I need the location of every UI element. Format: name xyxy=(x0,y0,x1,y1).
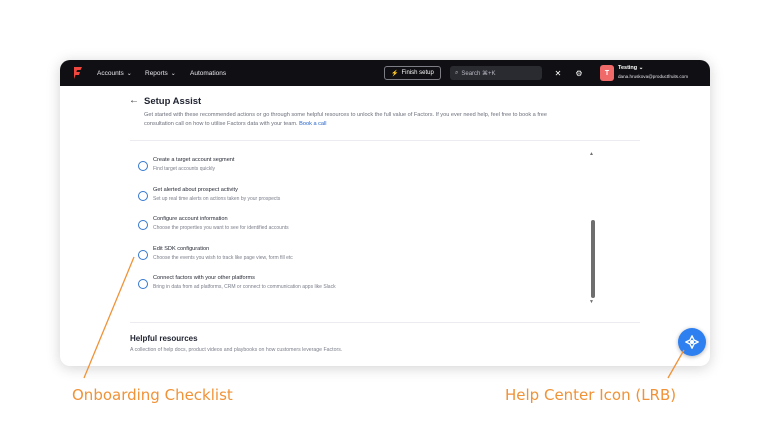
annotation-lines xyxy=(83,256,685,379)
help-center-annotation-line xyxy=(667,349,685,379)
help-center-annotation: Help Center Icon (LRB) xyxy=(505,386,677,404)
checklist-annotation-line xyxy=(83,256,135,379)
onboarding-checklist-annotation: Onboarding Checklist xyxy=(72,386,233,404)
